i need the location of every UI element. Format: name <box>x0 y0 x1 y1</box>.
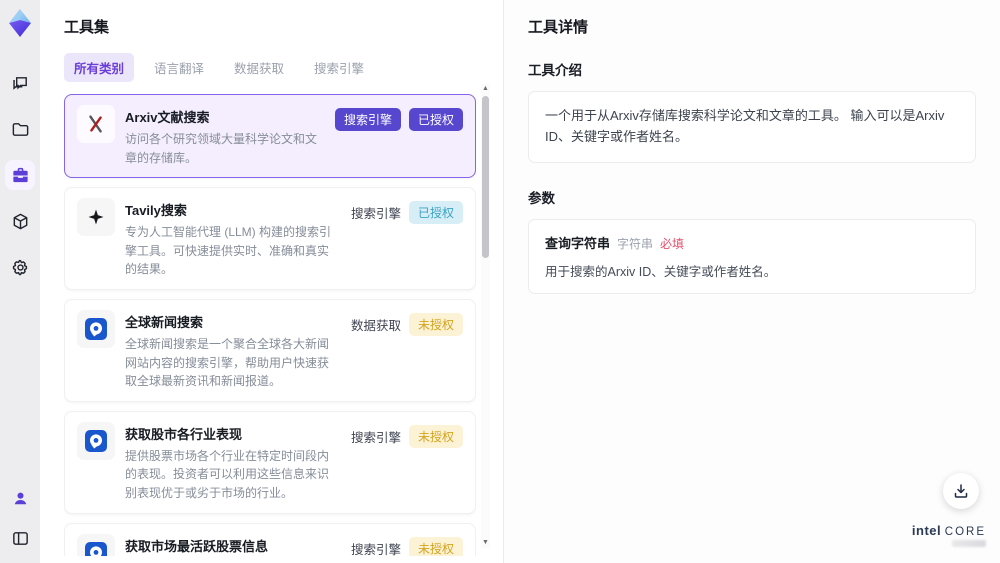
parameter-header: 查询字符串 字符串 必填 <box>545 233 959 252</box>
toolbox-icon[interactable] <box>5 160 35 190</box>
blue-q-logo-icon <box>77 533 115 556</box>
scrollbar-thumb[interactable] <box>482 96 489 258</box>
tab-data-fetching[interactable]: 数据获取 <box>224 53 294 82</box>
intel-wordmark: intel <box>911 523 942 538</box>
parameter-type: 字符串 <box>617 236 654 251</box>
category-label: 数据获取 <box>350 318 401 333</box>
tool-body: 获取股市各行业表现 提供股票市场各个行业在特定时间段内的表现。投资者可以利用这些… <box>125 422 341 503</box>
status-badge: 已授权 <box>408 201 463 225</box>
intro-box: 一个用于从Arxiv存储库搜索科学论文和文章的工具。 输入可以是Arxiv ID… <box>528 91 976 163</box>
tool-card-arxiv[interactable]: Arxiv文献搜索 访问各个研究领域大量科学论文和文章的存储库。 搜索引擎 已授… <box>64 94 476 179</box>
details-title: 工具详情 <box>528 19 589 36</box>
scroll-up-arrow[interactable]: ▲ <box>481 84 490 94</box>
tool-list: Arxiv文献搜索 访问各个研究领域大量科学论文和文章的存储库。 搜索引擎 已授… <box>64 94 476 556</box>
params-heading: 参数 <box>528 190 555 206</box>
intel-core-logo: intel CORE <box>912 523 986 547</box>
tool-description: 全球新闻搜索是一个聚合全球各大新闻网站内容的搜索引擎，帮助用户快速获取全球最新资… <box>125 336 330 389</box>
tool-card-active-stocks[interactable]: 获取市场最活跃股票信息 提供当天交易量最高的股票列表。投资者可以利用这些信息来识… <box>64 522 476 556</box>
parameter-required-label: 必填 <box>660 236 685 251</box>
tool-description: 提供股票市场各个行业在特定时间段内的表现。投资者可以利用这些信息来识别表现优于或… <box>125 448 330 500</box>
panel-toggle-icon[interactable] <box>5 523 35 553</box>
tool-body: Tavily搜索 专为人工智能代理 (LLM) 构建的搜索引擎工具。可快速提供实… <box>125 198 341 279</box>
app-logo-icon <box>6 8 34 38</box>
intel-sub-badge <box>952 540 986 547</box>
intro-heading: 工具介绍 <box>528 63 582 78</box>
tool-name: Arxiv文献搜索 <box>125 110 210 125</box>
category-tabs: 所有类别 语言翻译 数据获取 搜索引擎 <box>64 53 503 82</box>
category-label: 搜索引擎 <box>350 207 401 222</box>
download-button[interactable] <box>943 473 979 509</box>
scroll-down-arrow[interactable]: ▼ <box>481 538 490 548</box>
tool-card-tavily[interactable]: Tavily搜索 专为人工智能代理 (LLM) 构建的搜索引擎工具。可快速提供实… <box>64 187 476 290</box>
tool-name: 全球新闻搜索 <box>125 314 204 330</box>
tools-panel-title: 工具集 <box>64 19 110 36</box>
tool-body: 获取市场最活跃股票信息 提供当天交易量最高的股票列表。投资者可以利用这些信息来识… <box>125 534 341 556</box>
tool-description: 专为人工智能代理 (LLM) 构建的搜索引擎工具。可快速提供实时、准确和真实的结… <box>125 225 332 277</box>
user-avatar-icon[interactable] <box>5 483 35 513</box>
status-badge: 未授权 <box>408 424 463 448</box>
left-rail <box>0 0 40 563</box>
category-label: 搜索引擎 <box>350 430 401 445</box>
app-window: 工具集 所有类别 语言翻译 数据获取 搜索引擎 Arxiv文献搜索 访问各个研究… <box>0 0 1000 563</box>
tool-body: Arxiv文献搜索 访问各个研究领域大量科学论文和文章的存储库。 <box>125 105 325 167</box>
status-badge: 未授权 <box>408 536 463 556</box>
tool-card-global-news[interactable]: 全球新闻搜索 全球新闻搜索是一个聚合全球各大新闻网站内容的搜索引擎，帮助用户快速… <box>64 298 476 402</box>
chat-icon[interactable] <box>5 68 35 98</box>
category-badge: 搜索引擎 <box>334 108 401 131</box>
tool-name: 获取市场最活跃股票信息 <box>125 538 269 554</box>
tool-meta: 数据获取 未授权 <box>351 310 463 391</box>
tool-card-sector-performance[interactable]: 获取股市各行业表现 提供股票市场各个行业在特定时间段内的表现。投资者可以利用这些… <box>64 410 476 514</box>
tool-body: 全球新闻搜索 全球新闻搜索是一个聚合全球各大新闻网站内容的搜索引擎，帮助用户快速… <box>125 310 341 391</box>
tool-name: Tavily搜索 <box>125 203 187 219</box>
blue-q-logo-icon <box>77 309 115 348</box>
parameter-description: 用于搜索的Arxiv ID、关键字或作者姓名。 <box>545 264 777 279</box>
status-badge: 已授权 <box>408 108 463 131</box>
tool-meta: 搜索引擎 已授权 <box>351 198 463 279</box>
intro-text: 一个用于从Arxiv存储库搜索科学论文和文章的工具。 输入可以是Arxiv ID… <box>545 108 945 144</box>
tools-panel: 工具集 所有类别 语言翻译 数据获取 搜索引擎 Arxiv文献搜索 访问各个研究… <box>40 0 504 563</box>
parameter-box: 查询字符串 字符串 必填 用于搜索的Arxiv ID、关键字或作者姓名。 <box>528 218 976 294</box>
category-label: 搜索引擎 <box>350 542 401 556</box>
folder-icon[interactable] <box>5 114 35 144</box>
cube-icon[interactable] <box>5 206 35 236</box>
core-wordmark: CORE <box>944 526 986 538</box>
blue-q-logo-icon <box>77 421 115 460</box>
tool-meta: 搜索引擎 未授权 <box>351 534 463 556</box>
tool-name: 获取股市各行业表现 <box>125 426 243 442</box>
tab-all-categories[interactable]: 所有类别 <box>64 53 135 82</box>
tool-description: 访问各个研究领域大量科学论文和文章的存储库。 <box>125 132 318 165</box>
parameter-name: 查询字符串 <box>545 235 611 251</box>
tool-meta: 搜索引擎 已授权 <box>334 105 463 167</box>
tavily-star-icon <box>77 198 115 237</box>
tab-language-translation[interactable]: 语言翻译 <box>144 53 214 82</box>
tab-search-engine[interactable]: 搜索引擎 <box>304 53 374 82</box>
tool-meta: 搜索引擎 未授权 <box>351 422 463 503</box>
list-scrollbar[interactable]: ▲ ▼ <box>481 84 490 548</box>
settings-gear-icon[interactable] <box>5 252 35 282</box>
details-panel: 工具详情 工具介绍 一个用于从Arxiv存储库搜索科学论文和文章的工具。 输入可… <box>504 0 1000 563</box>
status-badge: 未授权 <box>408 312 463 336</box>
arxiv-logo-icon <box>77 105 115 143</box>
